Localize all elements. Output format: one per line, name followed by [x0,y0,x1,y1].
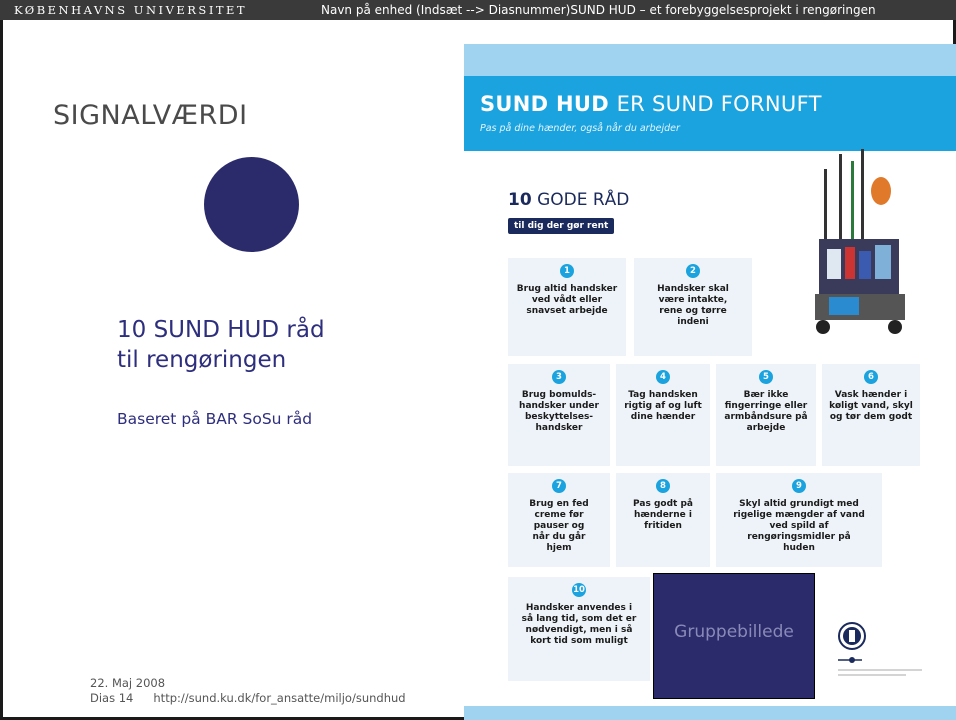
tip-text: Handsker skal være intakte, rene og tørr… [657,284,729,327]
tip-number: 2 [686,264,700,278]
tip-text: Brug altid handsker ved vådt eller snavs… [516,284,618,316]
tip-number: 9 [792,479,806,493]
placeholder-label: Gruppebillede [674,622,794,642]
slide-footer: 22. Maj 2008 Dias 14 http://sund.ku.dk/fo… [90,676,426,706]
tip-text: Vask hænder i køligt vand, skyl og tør d… [829,390,913,422]
poster-image: SUND HUD ER SUND FORNUFT Pas på dine hæn… [464,44,956,720]
heading-line-1: 10 SUND HUD råd [117,317,325,343]
tip-number: 6 [864,370,878,384]
header-subtitle: Navn på enhed (Indsæt --> Diasnummer)SUN… [321,3,876,17]
tip-number: 8 [656,479,670,493]
tip-number: 3 [552,370,566,384]
poster-bottom-band [464,706,956,720]
tip-card: 5 Bær ikke fingerringe eller armbåndsure… [716,364,816,466]
slide-number: Dias 14 [90,691,134,705]
slide-heading: 10 SUND HUD råd til rengøringen [117,315,417,375]
tip-text: Brug en fed creme før pauser og når du g… [529,499,589,553]
raad-label: GODE RÅD [537,190,630,210]
poster-title: SUND HUD ER SUND FORNUFT [480,92,822,116]
tip-text: Skyl altid grundigt med rigelige mængder… [733,499,865,553]
tip-card: 2 Handsker skal være intakte, rene og tø… [634,258,752,356]
poster-title-light: ER SUND FORNUFT [616,92,822,116]
tip-card: 10 Handsker anvendes i så lang tid, som … [508,577,650,681]
decorative-circle [204,157,299,252]
tip-number: 1 [560,264,574,278]
cleaning-cart-icon [815,149,905,334]
tip-text: Brug bomulds-handsker under beskyttelses… [519,390,599,433]
audience-pill: til dig der gør rent [508,218,615,234]
tip-number: 4 [656,370,670,384]
heading-line-2: til rengøringen [117,347,287,373]
tip-text: Bær ikke fingerringe eller armbåndsure p… [724,390,808,433]
raad-heading: 10 GODE RÅD [508,190,629,210]
tip-card: 6 Vask hænder i køligt vand, skyl og tør… [822,364,920,466]
tip-card: 3 Brug bomulds-handsker under beskyttels… [508,364,610,466]
header-bar: KØBENHAVNS UNIVERSITET Navn på enhed (In… [0,0,956,20]
slide-subtext: Baseret på BAR SoSu råd [117,410,313,428]
faculty-logo-icon [838,622,922,676]
tip-number: 10 [572,583,586,597]
raad-number: 10 [508,190,532,210]
footer-url: http://sund.ku.dk/for_ansatte/miljo/sund… [153,691,406,705]
tip-number: 7 [552,479,566,493]
slide-title: SIGNALVÆRDI [53,100,248,131]
tip-card: 4 Tag handsken rigtig af og luft dine hæ… [616,364,710,466]
footer-date: 22. Maj 2008 [90,676,166,690]
tip-text: Tag handsken rigtig af og luft dine hænd… [624,390,702,422]
tip-card: 1 Brug altid handsker ved vådt eller sna… [508,258,626,356]
tip-text: Pas godt på hænderne i fritiden [633,499,693,531]
group-photo-placeholder: Gruppebillede [653,573,815,699]
university-name: KØBENHAVNS UNIVERSITET [14,3,248,17]
tip-card: 8 Pas godt på hænderne i fritiden [616,473,710,567]
tip-text: Handsker anvendes i så lang tid, som det… [521,603,637,646]
poster-top-band [464,44,956,76]
tip-card: 7 Brug en fed creme før pauser og når du… [508,473,610,567]
tip-card: 9 Skyl altid grundigt med rigelige mængd… [716,473,882,567]
tip-number: 5 [759,370,773,384]
poster-title-bold: SUND HUD [480,92,609,116]
poster-subtitle: Pas på dine hænder, også når du arbejder [480,123,680,134]
